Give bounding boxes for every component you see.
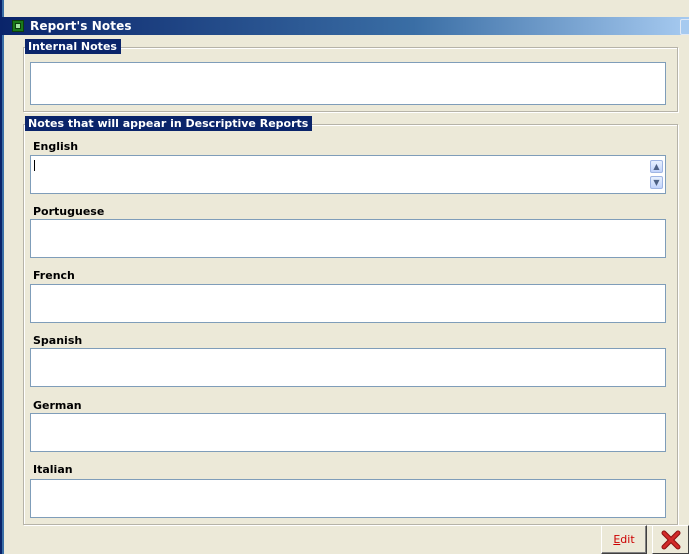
close-x-icon <box>661 530 681 550</box>
descriptive-notes-label: Notes that will appear in Descriptive Re… <box>25 116 313 131</box>
french-field[interactable] <box>30 284 666 323</box>
portuguese-label: Portuguese <box>33 205 105 218</box>
window-left-border <box>0 0 10 554</box>
reports-notes-window: Report's Notes Internal Notes Notes that… <box>0 0 689 554</box>
edit-label-rest: dit <box>620 533 635 546</box>
text-caret <box>34 160 35 171</box>
close-button[interactable] <box>652 525 689 554</box>
german-label: German <box>33 399 82 412</box>
portuguese-field[interactable] <box>30 219 666 258</box>
internal-notes-label: Internal Notes <box>25 39 121 54</box>
italian-label: Italian <box>33 463 73 476</box>
english-label: English <box>33 140 79 153</box>
italian-field[interactable] <box>30 479 666 518</box>
window-title: Report's Notes <box>30 19 132 33</box>
title-bar-button-partial[interactable] <box>680 19 689 35</box>
german-field[interactable] <box>30 413 666 452</box>
spanish-field[interactable] <box>30 348 666 387</box>
internal-notes-field[interactable] <box>30 62 666 105</box>
english-field[interactable]: ▲ ▼ <box>30 155 666 194</box>
scroll-down-icon[interactable]: ▼ <box>650 176 663 189</box>
spanish-label: Spanish <box>33 334 83 347</box>
edit-button[interactable]: Edit <box>601 525 647 554</box>
app-window-icon <box>12 20 24 32</box>
scroll-up-icon[interactable]: ▲ <box>650 160 663 173</box>
french-label: French <box>33 269 75 282</box>
